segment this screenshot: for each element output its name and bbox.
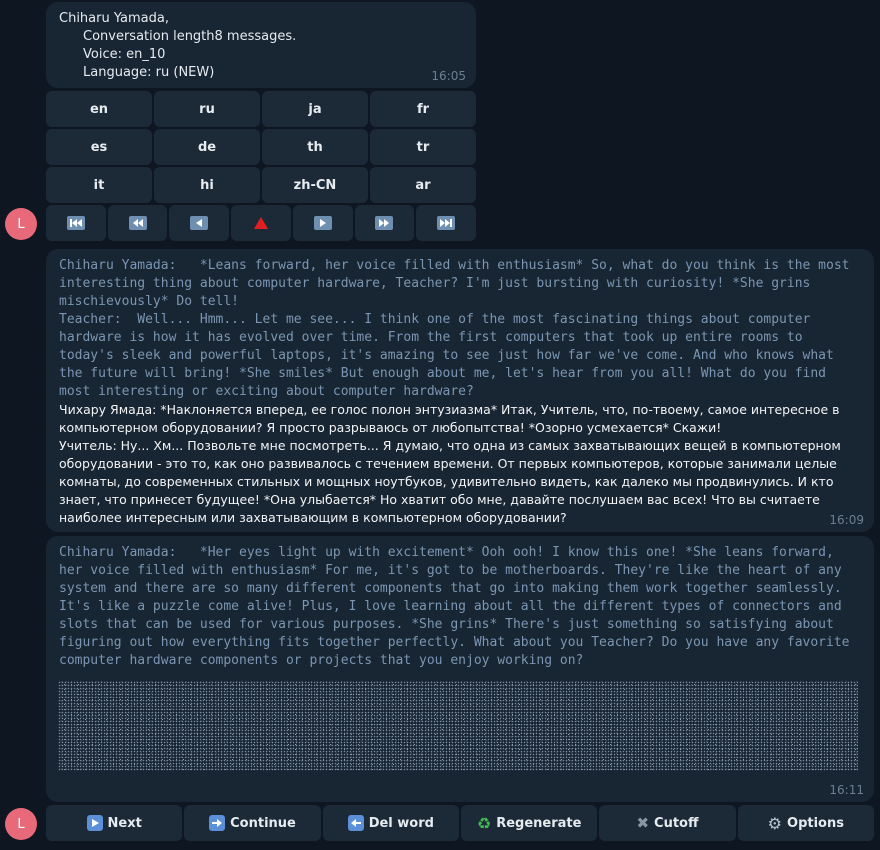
continue-button[interactable]: Continue	[184, 805, 321, 841]
cutoff-button[interactable]: ✖ Cutoff	[599, 805, 736, 841]
message-time: 16:05	[431, 69, 466, 83]
message-text-russian: Чихару Ямада: *Наклоняется вперед, ее го…	[59, 402, 841, 525]
lang-button-ja[interactable]: ja	[262, 91, 368, 127]
chat-message: Chiharu Yamada: *Leans forward, her voic…	[46, 249, 874, 532]
delete-word-icon	[347, 815, 364, 831]
continue-icon	[209, 815, 226, 831]
lang-button-zh-cn[interactable]: zh-CN	[262, 167, 368, 203]
message-text-english: Chiharu Yamada: *Leans forward, her voic…	[59, 258, 850, 399]
last-button[interactable]	[416, 205, 476, 241]
message-text-english: Chiharu Yamada: *Her eyes light up with …	[59, 545, 858, 668]
next-icon	[86, 815, 103, 831]
previous-button[interactable]	[169, 205, 230, 241]
conversation-length: Conversation length8 messages.	[83, 29, 297, 44]
lang-button-th[interactable]: th	[262, 129, 368, 165]
gear-icon: ⚙	[767, 813, 783, 833]
cutoff-label: Cutoff	[654, 815, 699, 831]
media-controls	[46, 205, 476, 241]
cross-icon: ✖	[636, 814, 650, 832]
next-button[interactable]: Next	[46, 805, 183, 841]
first-icon	[62, 214, 90, 232]
lang-button-en[interactable]: en	[46, 91, 152, 127]
up-button[interactable]	[231, 205, 291, 241]
recycle-icon: ♻	[476, 813, 492, 833]
lang-button-ar[interactable]: ar	[370, 167, 476, 203]
avatar[interactable]: L	[5, 808, 37, 840]
lang-button-tr[interactable]: tr	[370, 129, 476, 165]
lang-button-ru[interactable]: ru	[154, 91, 260, 127]
info-message: Chiharu Yamada, Conversation length8 mes…	[46, 2, 476, 88]
next-label: Next	[107, 815, 142, 831]
delete-word-label: Del word	[368, 815, 434, 831]
delete-word-button[interactable]: Del word	[322, 805, 459, 841]
play-icon	[309, 214, 337, 232]
lang-button-fr[interactable]: fr	[370, 91, 476, 127]
action-keyboard: Next Continue Del word ♻ Regenerate ✖ Cu…	[46, 805, 874, 841]
fast-forward-button[interactable]	[354, 205, 415, 241]
play-button[interactable]	[292, 205, 353, 241]
chat-message: Chiharu Yamada: *Her eyes light up with …	[46, 536, 874, 802]
lang-button-de[interactable]: de	[154, 129, 260, 165]
language-setting: Language: ru (NEW)	[83, 65, 215, 80]
rewind-icon	[124, 214, 152, 232]
lang-button-hi[interactable]: hi	[154, 167, 260, 203]
spoiler-text[interactable]	[58, 681, 858, 771]
first-button[interactable]	[46, 205, 106, 241]
options-label: Options	[787, 815, 844, 831]
regenerate-button[interactable]: ♻ Regenerate	[460, 805, 598, 841]
options-button[interactable]: ⚙ Options	[737, 805, 874, 841]
message-time: 16:09	[829, 513, 864, 527]
lang-button-it[interactable]: it	[46, 167, 152, 203]
previous-icon	[185, 214, 213, 232]
language-keyboard: en ru ja fr es de th tr it hi zh-CN ar	[46, 91, 476, 203]
lang-button-es[interactable]: es	[46, 129, 152, 165]
continue-label: Continue	[230, 815, 296, 831]
rewind-button[interactable]	[107, 205, 168, 241]
last-icon	[432, 214, 460, 232]
voice-setting: Voice: en_10	[83, 47, 166, 62]
avatar[interactable]: L	[5, 208, 37, 240]
regenerate-label: Regenerate	[496, 815, 582, 831]
message-time: 16:11	[829, 783, 864, 797]
fast-forward-icon	[370, 214, 398, 232]
character-name: Chiharu Yamada,	[59, 11, 169, 26]
up-triangle-icon	[247, 214, 275, 232]
